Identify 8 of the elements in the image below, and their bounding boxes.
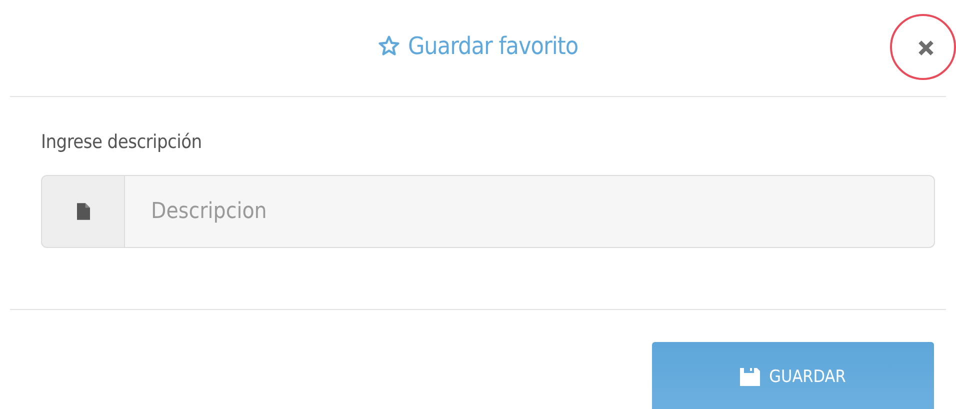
save-button[interactable]: GUARDAR — [652, 342, 934, 409]
floppy-icon — [740, 368, 760, 386]
field-label: Ingrese descripción — [41, 131, 203, 153]
document-icon — [76, 203, 90, 220]
star-icon — [378, 35, 400, 57]
description-field[interactable]: Descripcion — [125, 175, 935, 248]
close-icon — [916, 38, 936, 58]
dialog-title: Guardar favorito — [408, 32, 578, 60]
